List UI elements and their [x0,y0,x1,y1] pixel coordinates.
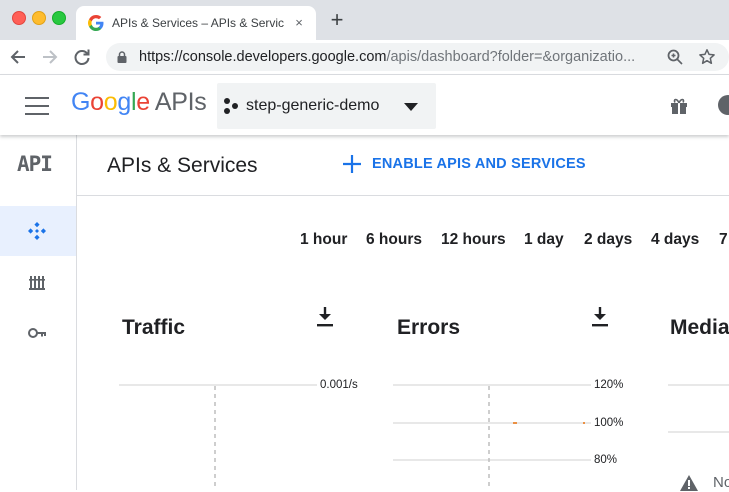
help-icon[interactable] [718,95,729,115]
sidebar-item-dashboard[interactable] [0,206,76,256]
bookmark-star-icon[interactable] [698,48,716,66]
browser-tab[interactable]: APIs & Services – APIs & Services × [76,6,316,40]
page-title: APIs & Services [107,154,258,177]
lock-icon[interactable] [116,51,128,63]
sidebar: API [0,135,77,490]
dashboard-diamond-icon [28,222,46,240]
library-icon [29,276,45,290]
menu-icon[interactable] [25,97,49,115]
download-icon[interactable] [590,306,610,328]
latency-notice-text: No [713,474,729,491]
chevron-down-icon [404,103,418,111]
range-7-days[interactable]: 7 [719,229,728,251]
download-icon[interactable] [315,306,335,328]
errors-axis-label-120: 120% [594,379,624,391]
enable-apis-button[interactable]: ENABLE APIS AND SERVICES [342,151,592,177]
enable-apis-label: ENABLE APIS AND SERVICES [372,156,586,172]
tab-title: APIs & Services – APIs & Services [112,16,284,30]
window-close-button[interactable] [12,11,26,25]
google-favicon-icon [88,15,104,31]
logo-letter: o [90,88,104,116]
traffic-axis-label: 0.001/s [320,379,358,391]
logo-letter: o [103,88,118,116]
tab-close-button[interactable]: × [290,14,308,32]
logo-letter: g [117,88,131,116]
errors-chart [393,384,591,490]
address-bar[interactable]: https://console.developers.google.com/ap… [106,43,729,71]
google-apis-logo[interactable]: Google APIs [71,87,207,117]
warning-icon [680,475,698,491]
plus-icon [343,155,361,173]
content-header: APIs & Services ENABLE APIS AND SERVICES [77,135,729,196]
range-4-days[interactable]: 4 days [651,229,699,251]
errors-axis-label-100: 100% [594,417,624,429]
logo-apis-text: APIs [154,88,207,116]
key-icon [28,328,46,338]
new-tab-button[interactable]: + [326,9,348,31]
window-zoom-button[interactable] [52,11,66,25]
sidebar-item-credentials[interactable] [0,308,76,358]
forward-arrow-icon[interactable] [39,46,61,68]
logo-letter: e [136,88,150,116]
traffic-card-title: Traffic [122,316,186,339]
range-12-hours[interactable]: 12 hours [441,229,506,251]
sidebar-item-library[interactable] [0,258,76,308]
reload-icon[interactable] [71,46,93,68]
url-host: https://console.developers.google.com [139,49,387,65]
app-header: Google APIs step-generic-demo [0,75,729,135]
logo-letter: G [71,88,91,116]
latency-card-title: Media [670,316,729,339]
gift-icon[interactable] [669,96,689,116]
range-2-days[interactable]: 2 days [584,229,632,251]
url-text[interactable]: https://console.developers.google.com/ap… [139,48,659,66]
range-1-hour[interactable]: 1 hour [300,229,347,251]
range-1-day[interactable]: 1 day [524,229,564,251]
back-arrow-icon[interactable] [7,46,29,68]
project-selector[interactable]: step-generic-demo [217,83,436,129]
window-minimize-button[interactable] [32,11,46,25]
browser-tab-bar: APIs & Services – APIs & Services × + [0,0,729,40]
errors-axis-label-80: 80% [594,454,618,466]
range-6-hours[interactable]: 6 hours [366,229,422,251]
traffic-chart [119,384,317,490]
latency-chart [668,384,729,433]
url-path: /apis/dashboard?folder=&organizatio... [386,49,636,65]
zoom-magnifier-icon[interactable] [666,48,684,66]
browser-toolbar: https://console.developers.google.com/ap… [0,40,729,75]
api-badge: API [17,152,53,176]
project-name: step-generic-demo [246,97,380,114]
project-dots-icon [224,98,238,114]
errors-card-title: Errors [397,316,461,339]
